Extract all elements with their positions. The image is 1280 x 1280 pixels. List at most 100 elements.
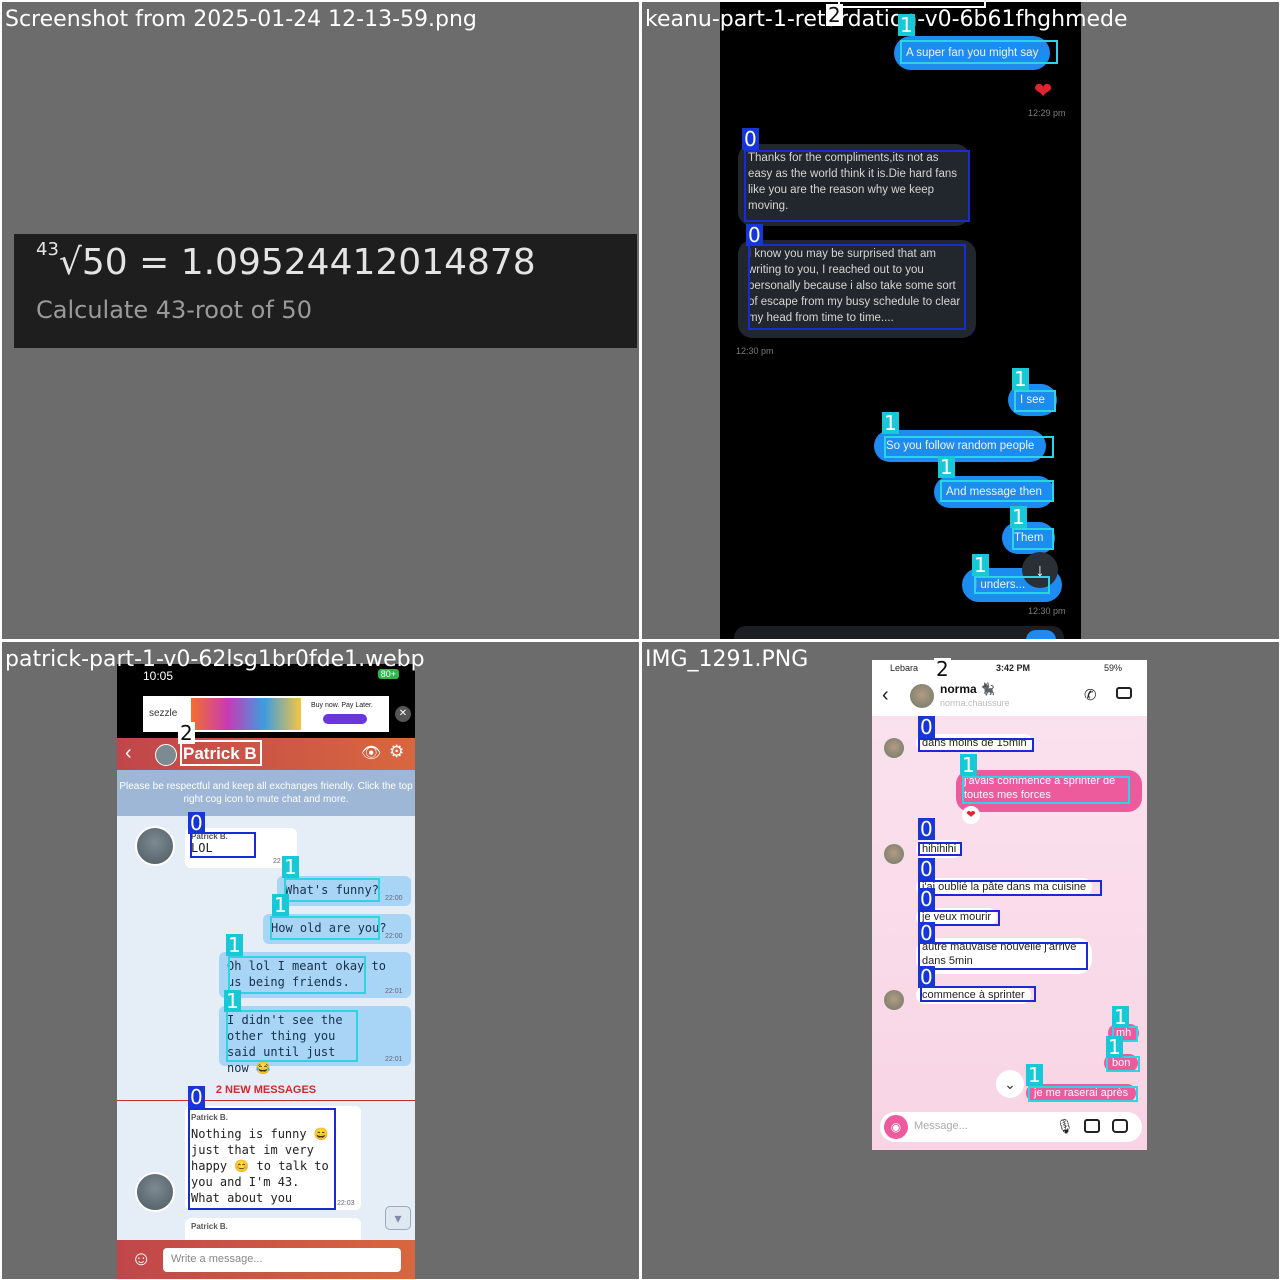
label-tag: 1 bbox=[1026, 1063, 1043, 1087]
calc-equation: 43√50 = 1.09524412014878 bbox=[36, 239, 536, 283]
label-tag: 0 bbox=[918, 817, 935, 841]
timestamp: 12:30 pm bbox=[1028, 606, 1066, 616]
light-chat-screen: 10:05 80+ sezzle Buy now. Pay Later. ✕ ‹… bbox=[117, 664, 415, 1279]
contact-name[interactable]: Patrick B bbox=[183, 744, 257, 764]
chat-header: ‹ Patrick B 👁 ⚙ bbox=[117, 738, 415, 770]
divider bbox=[117, 1100, 415, 1101]
label-tag: 0 bbox=[746, 223, 763, 247]
label-tag: 1 bbox=[882, 411, 899, 435]
ad-cta-button[interactable] bbox=[323, 714, 367, 724]
label-tag: 1 bbox=[898, 13, 915, 37]
image-icon[interactable] bbox=[1084, 1119, 1100, 1133]
message-bubble-in[interactable]: Thanks for the compliments,its not as ea… bbox=[738, 144, 970, 226]
message-composer: ☺ Write a message... bbox=[117, 1240, 415, 1279]
label-tag: 1 bbox=[282, 855, 299, 879]
video-icon[interactable] bbox=[1116, 687, 1132, 699]
message-bubble-out[interactable]: A super fan you might say bbox=[894, 36, 1051, 70]
label-tag: 0 bbox=[918, 857, 935, 881]
label-tag: 1 bbox=[960, 753, 977, 777]
message-bubble-out[interactable]: Oh lol I meant okay to us being friends. bbox=[219, 952, 411, 998]
panel-calculator: Screenshot from 2025-01-24 12-13-59.png … bbox=[2, 2, 639, 639]
message-bubble-in[interactable]: I know you may be surprised that am writ… bbox=[738, 240, 976, 338]
timestamp: 22:01 bbox=[385, 988, 403, 995]
avatar bbox=[135, 1172, 175, 1212]
label-tag: 2 bbox=[934, 657, 951, 681]
message-bubble-out[interactable]: j'avais commencé à sprinter de toutes me… bbox=[956, 770, 1142, 812]
avatar bbox=[135, 826, 175, 866]
label-tag: 0 bbox=[188, 811, 205, 835]
sticker-icon[interactable] bbox=[1112, 1119, 1128, 1133]
status-bar: Lebara 3:42 PM 59% bbox=[872, 660, 1147, 676]
message-bubble-in[interactable]: commence à sprinter bbox=[916, 986, 1031, 1004]
microphone-icon[interactable]: 🎙 bbox=[1056, 1118, 1074, 1135]
eye-icon[interactable]: 👁 bbox=[361, 743, 381, 763]
calculator-result: 43√50 = 1.09524412014878 Calculate 43-ro… bbox=[14, 234, 637, 348]
avatar bbox=[884, 844, 904, 864]
label-tag: 1 bbox=[1112, 1005, 1129, 1029]
label-tag: 0 bbox=[918, 715, 935, 739]
label-tag: 1 bbox=[938, 455, 955, 479]
timestamp: 12:30 pm bbox=[736, 346, 774, 356]
timestamp: 22 bbox=[273, 858, 281, 865]
message-bubble-out[interactable]: I didn't see the other thing you said un… bbox=[219, 1006, 411, 1075]
message-input[interactable] bbox=[734, 626, 1064, 639]
dark-chat-screen: A super fan you might say ❤ 12:29 pm Tha… bbox=[720, 2, 1081, 639]
message-bubble-in[interactable]: j'ai oublié la pâte dans ma cuisine bbox=[916, 878, 1093, 896]
label-tag: 0 bbox=[918, 965, 935, 989]
calc-description: Calculate 43-root of 50 bbox=[36, 296, 312, 324]
panel-pink-chat: Lebara 3:42 PM 59% ‹ norma 🐈‍⬛ norma.cha… bbox=[642, 642, 1279, 1279]
status-time: 3:42 PM bbox=[996, 663, 1031, 673]
back-icon[interactable]: ‹ bbox=[125, 742, 132, 765]
avatar bbox=[884, 990, 904, 1010]
new-messages-divider: 2 NEW MESSAGES bbox=[215, 1084, 317, 1096]
label-tag: 2 bbox=[178, 721, 195, 745]
label-tag: 0 bbox=[918, 887, 935, 911]
panel-filename: Screenshot from 2025-01-24 12-13-59.png bbox=[5, 7, 477, 32]
phone-icon[interactable]: ✆ bbox=[1084, 686, 1097, 704]
timestamp: 22:03 bbox=[337, 1200, 355, 1207]
camera-icon[interactable]: ◉ bbox=[884, 1115, 908, 1139]
label-tag: 2 bbox=[826, 3, 843, 27]
ad-text: Buy now. Pay Later. bbox=[311, 702, 373, 709]
contact-username: norma.chaussure bbox=[940, 698, 1010, 708]
close-icon[interactable]: ✕ bbox=[395, 706, 411, 722]
ad-banner[interactable]: sezzle Buy now. Pay Later. ✕ bbox=[117, 688, 415, 738]
back-icon[interactable]: ‹ bbox=[882, 684, 889, 707]
label-tag: 1 bbox=[972, 553, 989, 577]
ad-image bbox=[191, 698, 301, 730]
label-tag: 0 bbox=[188, 1085, 205, 1109]
emoji-icon[interactable]: ☺ bbox=[131, 1248, 151, 1271]
battery-indicator: 59% bbox=[1104, 663, 1123, 673]
label-tag: 1 bbox=[272, 893, 289, 917]
scroll-down-icon[interactable]: ▾ bbox=[385, 1206, 411, 1230]
ad-brand: sezzle bbox=[149, 708, 178, 719]
calc-root-index: 43 bbox=[36, 239, 59, 260]
panel-dark-chat: A super fan you might say ❤ 12:29 pm Tha… bbox=[642, 2, 1279, 639]
message-bubble-in[interactable]: autre mauvaise nouvelle j'arrive dans 5m… bbox=[916, 938, 1092, 974]
message-bubble-in[interactable]: Patrick B. Nothing is funny 😄 just that … bbox=[185, 1106, 361, 1210]
timestamp: 22:00 bbox=[385, 895, 403, 902]
label-tag: 0 bbox=[918, 921, 935, 945]
gear-icon[interactable]: ⚙ bbox=[389, 742, 404, 762]
message-input[interactable]: Message... bbox=[914, 1120, 968, 1132]
panel-filename: IMG_1291.PNG bbox=[645, 647, 809, 672]
contact-name[interactable]: norma 🐈‍⬛ bbox=[940, 682, 995, 696]
timestamp: 12:29 pm bbox=[1028, 108, 1066, 118]
timestamp: 22:00 bbox=[385, 933, 403, 940]
label-tag: 1 bbox=[226, 933, 243, 957]
label-tag: 1 bbox=[1010, 505, 1027, 529]
label-tag: 1 bbox=[1106, 1035, 1123, 1059]
message-bubble-out[interactable]: And message then bbox=[934, 476, 1054, 508]
label-tag: 1 bbox=[1012, 367, 1029, 391]
chat-header: ‹ norma 🐈‍⬛ norma.chaussure ✆ bbox=[872, 676, 1147, 716]
message-bubble-in[interactable]: hihihihi bbox=[916, 840, 963, 858]
heart-icon: ❤ bbox=[1034, 78, 1053, 103]
scroll-down-icon[interactable]: ↓ bbox=[1022, 552, 1058, 588]
panel-filename: patrick-part-1-v0-62lsg1br0fde1.webp bbox=[5, 647, 425, 672]
message-bubble-out[interactable]: je me raserai après bbox=[1026, 1084, 1137, 1102]
message-bubble-out[interactable]: So you follow random people bbox=[874, 430, 1047, 462]
message-input[interactable]: Write a message... bbox=[163, 1248, 401, 1272]
panel-filename: keanu-part-1-retardation-v0-6b61fhghmede bbox=[645, 7, 1128, 32]
chevron-down-icon[interactable]: ⌄ bbox=[996, 1070, 1024, 1098]
send-button[interactable] bbox=[1026, 630, 1056, 639]
